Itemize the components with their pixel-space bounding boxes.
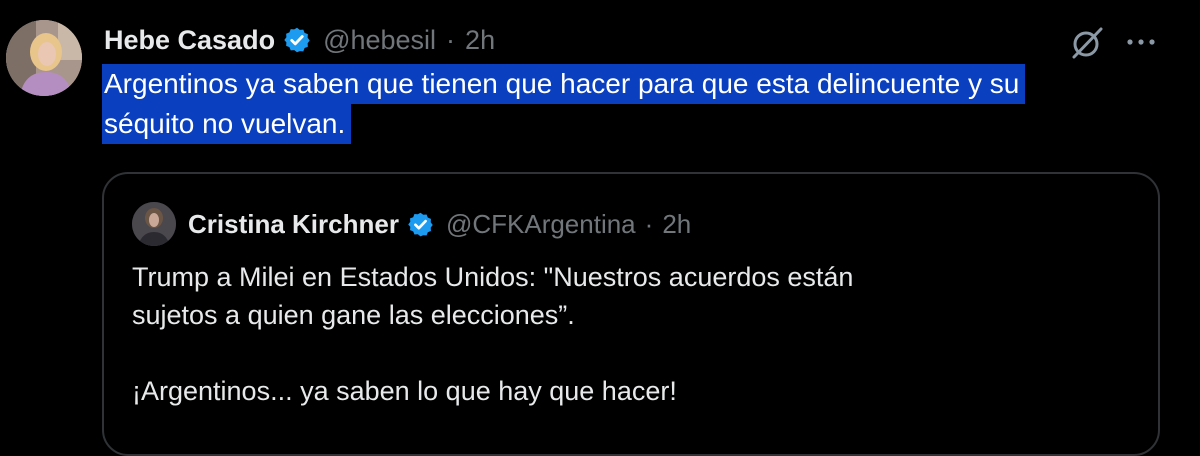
quoted-author-avatar[interactable] <box>132 202 176 246</box>
separator-dot: · <box>644 208 654 239</box>
tweet-header: Hebe Casado @hebesil · 2h <box>104 20 495 60</box>
quoted-tweet-paragraph: Trump a Milei en Estados Unidos: "Nuestr… <box>132 258 1132 334</box>
more-options-icon[interactable] <box>1124 32 1158 52</box>
separator-dot: · <box>446 24 456 55</box>
quoted-tweet-card[interactable]: Cristina Kirchner @CFKArgentina · 2h Tru… <box>102 172 1160 456</box>
quoted-tweet-paragraph: ¡Argentinos... ya saben lo que hay que h… <box>132 372 1132 410</box>
tweet-text: Argentinos ya saben que tienen que hacer… <box>102 64 1162 144</box>
tweet-timestamp[interactable]: 2h <box>465 25 495 56</box>
quoted-tweet-header: Cristina Kirchner @CFKArgentina · 2h <box>132 202 691 246</box>
quoted-author-display-name[interactable]: Cristina Kirchner <box>188 209 399 240</box>
author-handle[interactable]: @hebesil <box>323 25 436 56</box>
quoted-tweet-timestamp[interactable]: 2h <box>662 209 691 240</box>
verified-badge-icon <box>283 26 311 54</box>
verified-badge-icon <box>407 211 434 238</box>
quoted-tweet-text: Trump a Milei en Estados Unidos: "Nuestr… <box>132 258 1132 448</box>
tweet-text-line: Argentinos ya saben que tienen que hacer… <box>102 64 1026 104</box>
author-display-name[interactable]: Hebe Casado <box>104 25 275 56</box>
grok-icon[interactable] <box>1068 24 1106 62</box>
quoted-author-handle[interactable]: @CFKArgentina <box>446 209 636 240</box>
author-avatar[interactable] <box>6 20 82 96</box>
tweet-text-line: séquito no vuelvan. <box>102 104 352 144</box>
quoted-tweet-line: ¡Argentinos... ya saben lo que hay que h… <box>132 376 677 406</box>
quoted-tweet-line: sujetos a quien gane las elecciones”. <box>132 300 575 330</box>
quoted-tweet-line: Trump a Milei en Estados Unidos: "Nuestr… <box>132 262 854 292</box>
